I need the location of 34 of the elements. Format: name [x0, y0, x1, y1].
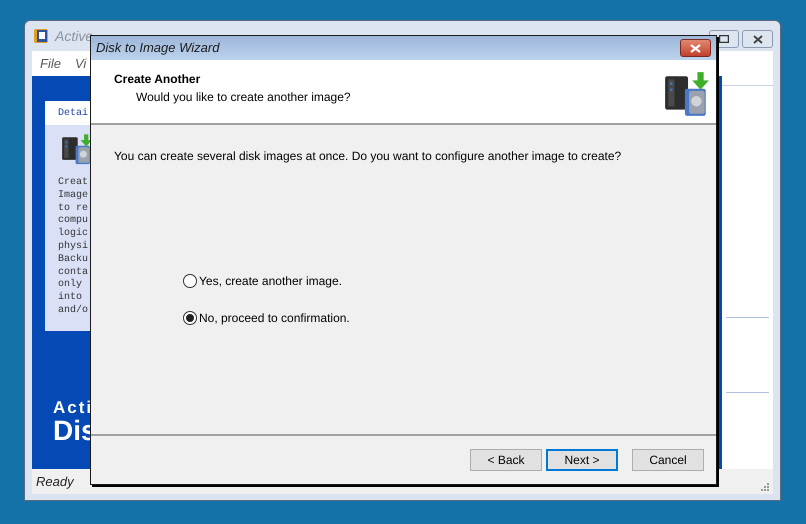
wizard-button[interactable]: Next > — [546, 449, 618, 471]
description-line: compu — [58, 215, 88, 228]
description-line: and/o — [58, 304, 88, 318]
dialog-title: Disk to Image Wizard — [96, 39, 220, 58]
radio-option[interactable]: No, proceed to confirmation. — [183, 309, 350, 327]
menu-item[interactable]: File — [40, 54, 61, 74]
app-icon — [33, 28, 49, 44]
brand-line: Acti — [53, 399, 94, 417]
page-subtitle: Would you like to create another image? — [135, 89, 351, 106]
close-icon — [752, 34, 762, 44]
description-line: logic — [58, 228, 88, 240]
wizard-button[interactable]: Cancel — [632, 449, 704, 471]
maximize-icon — [719, 35, 729, 43]
message-text: You can create several disk images at once. Do you want to configure another image to create? — [114, 148, 622, 165]
close-icon — [690, 44, 701, 52]
description-line: Backu — [58, 254, 88, 267]
wizard-button[interactable]: < Back — [470, 449, 542, 471]
description-line: Creat — [58, 177, 88, 190]
page-title: Create Another — [114, 71, 202, 88]
card-heading: Detai — [58, 106, 88, 120]
menu-item[interactable]: Vi — [74, 54, 86, 74]
description-line: physi — [58, 240, 88, 254]
resize-grip-icon — [761, 482, 769, 490]
radio-option[interactable]: Yes, create another image. — [183, 272, 342, 290]
close-button[interactable] — [680, 39, 711, 57]
description-line: only — [58, 279, 82, 292]
description-line: into — [58, 292, 82, 304]
radio-selected[interactable] — [183, 311, 197, 325]
description-line: to re — [58, 202, 88, 216]
radio-unselected[interactable] — [183, 274, 197, 288]
description-line: conta — [58, 266, 88, 278]
status-text: Ready — [36, 472, 74, 491]
close-button[interactable] — [742, 30, 773, 48]
description-line: Image — [58, 190, 88, 203]
